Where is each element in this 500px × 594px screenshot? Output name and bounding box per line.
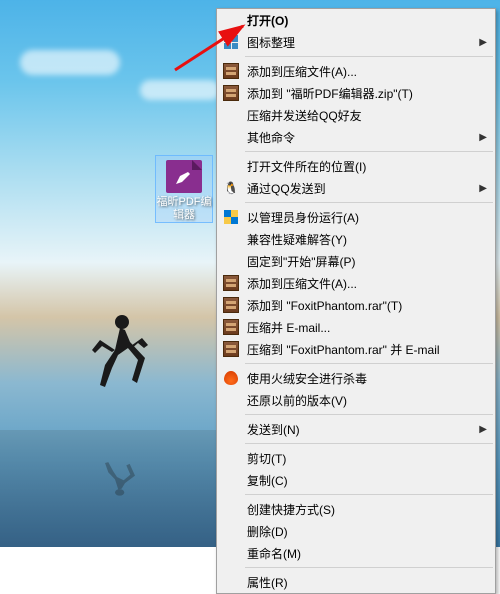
runner-graphic bbox=[80, 310, 150, 430]
menu-add-zip[interactable]: 添加到 "福昕PDF编辑器.zip"(T) bbox=[217, 82, 495, 104]
menu-properties[interactable]: 属性(R) bbox=[217, 571, 495, 593]
cloud-graphic bbox=[20, 50, 120, 75]
menu-separator bbox=[245, 567, 493, 568]
archive-icon bbox=[221, 274, 241, 292]
menu-compat[interactable]: 兼容性疑难解答(Y) bbox=[217, 228, 495, 250]
menu-separator bbox=[245, 443, 493, 444]
runner-reflection bbox=[80, 442, 150, 498]
menu-separator bbox=[245, 202, 493, 203]
archive-icon bbox=[221, 84, 241, 102]
archive-icon bbox=[221, 318, 241, 336]
archive-icon bbox=[221, 296, 241, 314]
annotation-arrow bbox=[165, 20, 255, 75]
menu-separator bbox=[245, 414, 493, 415]
menu-compress-qq[interactable]: 压缩并发送给QQ好友 bbox=[217, 104, 495, 126]
menu-huorong-scan[interactable]: 使用火绒安全进行杀毒 bbox=[217, 367, 495, 389]
menu-send-to[interactable]: 发送到(N)▶ bbox=[217, 418, 495, 440]
menu-icon-arrange[interactable]: 图标整理▶ bbox=[217, 31, 495, 53]
desktop-wallpaper: 福昕PDF编辑器 打开(O) 图标整理▶ 添加到压缩文件(A)... 添加到 "… bbox=[0, 0, 500, 547]
menu-create-shortcut[interactable]: 创建快捷方式(S) bbox=[217, 498, 495, 520]
menu-pin-start[interactable]: 固定到"开始"屏幕(P) bbox=[217, 250, 495, 272]
menu-compress-email[interactable]: 压缩并 E-mail... bbox=[217, 316, 495, 338]
menu-delete[interactable]: 删除(D) bbox=[217, 520, 495, 542]
menu-run-admin[interactable]: 以管理员身份运行(A) bbox=[217, 206, 495, 228]
menu-cut[interactable]: 剪切(T) bbox=[217, 447, 495, 469]
chevron-right-icon: ▶ bbox=[479, 183, 487, 194]
menu-rename[interactable]: 重命名(M) bbox=[217, 542, 495, 564]
qq-icon: 🐧 bbox=[221, 179, 241, 197]
fire-icon bbox=[221, 369, 241, 387]
chevron-right-icon: ▶ bbox=[479, 132, 487, 143]
pdf-app-icon bbox=[166, 160, 202, 193]
shield-icon bbox=[221, 208, 241, 226]
menu-qq-send[interactable]: 🐧通过QQ发送到▶ bbox=[217, 177, 495, 199]
menu-add-archive[interactable]: 添加到压缩文件(A)... bbox=[217, 60, 495, 82]
menu-add-archive2[interactable]: 添加到压缩文件(A)... bbox=[217, 272, 495, 294]
menu-separator bbox=[245, 151, 493, 152]
menu-restore-version[interactable]: 还原以前的版本(V) bbox=[217, 389, 495, 411]
menu-open[interactable]: 打开(O) bbox=[217, 9, 495, 31]
menu-open-location[interactable]: 打开文件所在的位置(I) bbox=[217, 155, 495, 177]
menu-add-rar[interactable]: 添加到 "FoxitPhantom.rar"(T) bbox=[217, 294, 495, 316]
menu-other-cmd[interactable]: 其他命令▶ bbox=[217, 126, 495, 148]
chevron-right-icon: ▶ bbox=[479, 37, 487, 48]
desktop-icon-label: 福昕PDF编辑器 bbox=[156, 196, 212, 222]
menu-compress-rar-email[interactable]: 压缩到 "FoxitPhantom.rar" 并 E-mail bbox=[217, 338, 495, 360]
archive-icon bbox=[221, 340, 241, 358]
menu-separator bbox=[245, 56, 493, 57]
context-menu: 打开(O) 图标整理▶ 添加到压缩文件(A)... 添加到 "福昕PDF编辑器.… bbox=[216, 8, 496, 594]
desktop-icon-foxitpdf[interactable]: 福昕PDF编辑器 bbox=[155, 155, 213, 223]
cloud-graphic bbox=[140, 80, 220, 100]
menu-separator bbox=[245, 363, 493, 364]
menu-separator bbox=[245, 494, 493, 495]
chevron-right-icon: ▶ bbox=[479, 424, 487, 435]
menu-copy[interactable]: 复制(C) bbox=[217, 469, 495, 491]
